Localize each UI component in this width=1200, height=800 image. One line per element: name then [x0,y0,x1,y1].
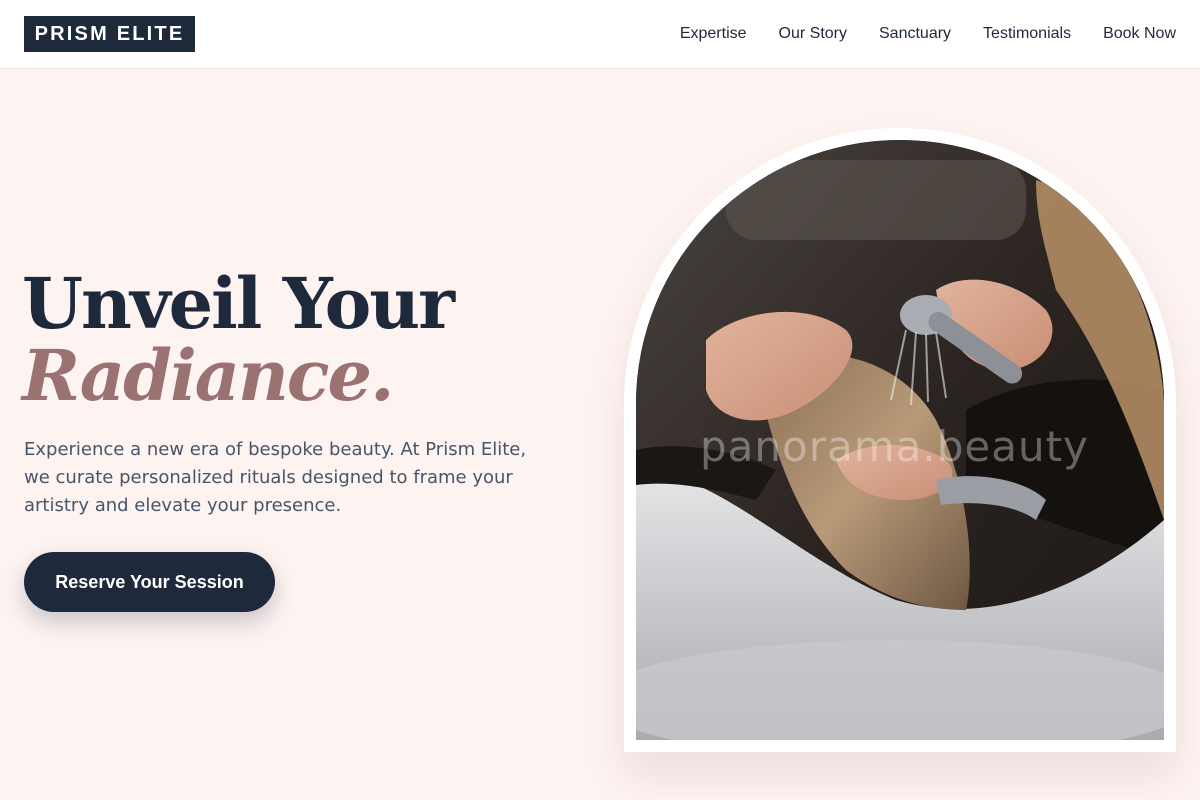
nav-link-our-story[interactable]: Our Story [779,25,847,43]
nav-link-expertise[interactable]: Expertise [680,25,747,43]
brand-logo[interactable]: PRISM ELITE [24,16,195,52]
image-watermark: panorama.beauty [700,422,1089,471]
hero-image-frame: panorama.beauty [624,128,1176,752]
main-nav: Expertise Our Story Sanctuary Testimonia… [680,0,1176,68]
hero-headline: Unveil Your Radiance. [22,268,582,412]
hero-headline-line1: Unveil Your [22,262,455,345]
nav-link-sanctuary[interactable]: Sanctuary [879,25,951,43]
site-header: PRISM ELITE Expertise Our Story Sanctuar… [0,0,1200,69]
reserve-session-button[interactable]: Reserve Your Session [24,552,275,612]
salon-hair-wash-photo: panorama.beauty [636,140,1164,740]
nav-link-book-now[interactable]: Book Now [1103,25,1176,43]
hero-headline-line2: Radiance. [22,334,394,417]
hero-description: Experience a new era of bespoke beauty. … [24,439,527,516]
nav-link-testimonials[interactable]: Testimonials [983,25,1071,43]
